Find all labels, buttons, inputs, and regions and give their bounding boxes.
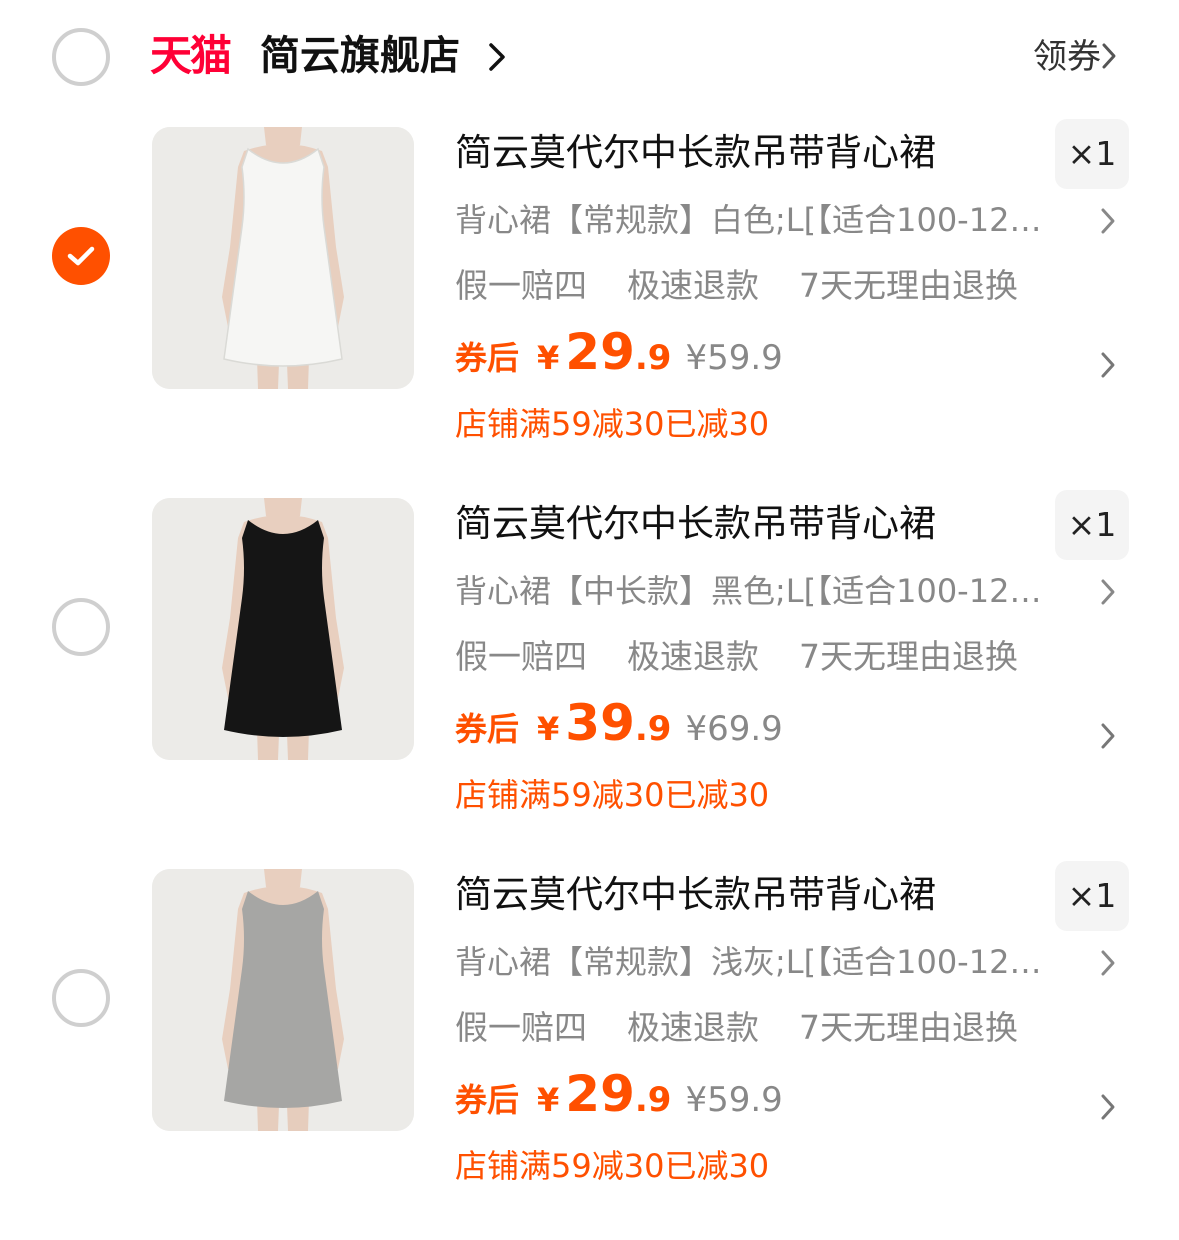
quantity-badge[interactable]: ×1 xyxy=(1055,490,1129,560)
quantity-badge[interactable]: ×1 xyxy=(1055,861,1129,931)
chevron-right-icon[interactable] xyxy=(1100,578,1116,606)
original-price: ¥69.9 xyxy=(685,709,783,749)
promo-text: 店铺满59减30已减30 xyxy=(455,1147,770,1185)
sku-selector[interactable]: 背心裙【常规款】浅灰;L[【适合100-12… xyxy=(455,939,1085,985)
after-coupon-label: 券后 xyxy=(455,1081,520,1119)
currency-symbol: ¥ xyxy=(537,1081,560,1119)
service-tag: 假一赔四 xyxy=(455,637,587,676)
product-title[interactable]: 简云莫代尔中长款吊带背心裙 xyxy=(455,869,936,921)
get-coupon-link[interactable]: 领券 xyxy=(1033,34,1101,80)
service-tags: 假一赔四 极速退款 7天无理由退换 xyxy=(455,263,1018,309)
product-image xyxy=(152,127,414,389)
price-decimal: .9 xyxy=(634,1080,672,1120)
currency-symbol: ¥ xyxy=(537,339,560,377)
original-price: ¥59.9 xyxy=(685,1080,783,1120)
chevron-right-icon[interactable] xyxy=(488,42,506,72)
promo-text: 店铺满59减30已减30 xyxy=(455,776,770,814)
price-integer: 39 xyxy=(565,694,635,752)
item-select-radio[interactable] xyxy=(52,598,110,656)
chevron-right-icon[interactable] xyxy=(1100,351,1116,379)
chevron-right-icon[interactable] xyxy=(1100,722,1116,750)
price-row: 券后 ¥39.9 ¥69.9 xyxy=(455,694,783,766)
service-tag: 假一赔四 xyxy=(455,1008,587,1047)
product-thumbnail[interactable] xyxy=(152,869,414,1131)
price-decimal: .9 xyxy=(634,338,672,378)
chevron-right-icon[interactable] xyxy=(1100,1093,1116,1121)
service-tag: 7天无理由退换 xyxy=(799,266,1018,305)
cart-item: 简云莫代尔中长款吊带背心裙 ×1 背心裙【常规款】白色;L[【适合100-12…… xyxy=(0,119,1179,498)
service-tag: 7天无理由退换 xyxy=(799,637,1018,676)
product-title[interactable]: 简云莫代尔中长款吊带背心裙 xyxy=(455,127,936,179)
price-integer: 29 xyxy=(565,323,635,381)
original-price: ¥59.9 xyxy=(685,338,783,378)
service-tag: 假一赔四 xyxy=(455,266,587,305)
product-image xyxy=(152,869,414,1131)
service-tags: 假一赔四 极速退款 7天无理由退换 xyxy=(455,634,1018,680)
chevron-right-icon[interactable] xyxy=(1100,207,1116,235)
price-row: 券后 ¥29.9 ¥59.9 xyxy=(455,323,783,395)
shop-header: 天猫 简云旗舰店 领券 xyxy=(0,0,1179,118)
sku-selector[interactable]: 背心裙【常规款】白色;L[【适合100-12… xyxy=(455,197,1085,243)
product-title[interactable]: 简云莫代尔中长款吊带背心裙 xyxy=(455,498,936,550)
price-integer: 29 xyxy=(565,1065,635,1123)
service-tag: 7天无理由退换 xyxy=(799,1008,1018,1047)
service-tag: 极速退款 xyxy=(627,1008,759,1047)
price-decimal: .9 xyxy=(634,709,672,749)
after-coupon-label: 券后 xyxy=(455,710,520,748)
product-thumbnail[interactable] xyxy=(152,498,414,760)
chevron-right-icon[interactable] xyxy=(1100,949,1116,977)
service-tag: 极速退款 xyxy=(627,637,759,676)
shop-name[interactable]: 简云旗舰店 xyxy=(260,30,460,82)
shop-select-radio[interactable] xyxy=(52,28,110,86)
price-row: 券后 ¥29.9 ¥59.9 xyxy=(455,1065,783,1137)
tmall-logo: 天猫 xyxy=(150,31,232,80)
item-select-radio[interactable] xyxy=(52,969,110,1027)
product-thumbnail[interactable] xyxy=(152,127,414,389)
chevron-right-icon[interactable] xyxy=(1101,42,1117,70)
cart-item: 简云莫代尔中长款吊带背心裙 ×1 背心裙【中长款】黑色;L[【适合100-12…… xyxy=(0,490,1179,869)
currency-symbol: ¥ xyxy=(537,710,560,748)
service-tag: 极速退款 xyxy=(627,266,759,305)
service-tags: 假一赔四 极速退款 7天无理由退换 xyxy=(455,1005,1018,1051)
sku-selector[interactable]: 背心裙【中长款】黑色;L[【适合100-12… xyxy=(455,568,1085,614)
cart-item: 简云莫代尔中长款吊带背心裙 ×1 背心裙【常规款】浅灰;L[【适合100-12…… xyxy=(0,861,1179,1240)
promo-text: 店铺满59减30已减30 xyxy=(455,405,770,443)
after-coupon-label: 券后 xyxy=(455,339,520,377)
product-image xyxy=(152,498,414,760)
checkmark-icon xyxy=(67,246,95,266)
item-select-radio[interactable] xyxy=(52,227,110,285)
quantity-badge[interactable]: ×1 xyxy=(1055,119,1129,189)
